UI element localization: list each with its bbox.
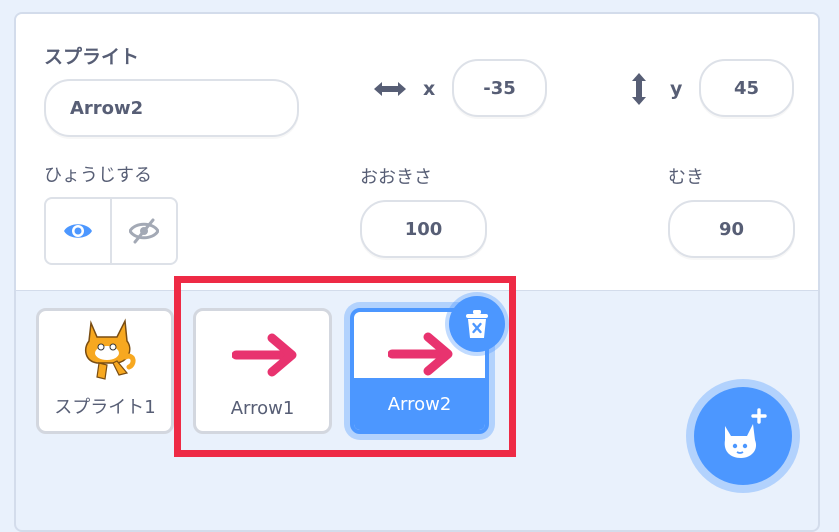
eye-slash-icon — [129, 218, 159, 244]
sprite-label: スプライト — [44, 46, 140, 68]
horizontal-arrows-icon — [372, 78, 408, 100]
x-label: x — [423, 78, 436, 100]
sprite-name-input[interactable]: Arrow2 — [44, 79, 299, 137]
direction-label: むき — [668, 167, 704, 188]
cat-sprite-icon — [84, 318, 136, 380]
trash-icon — [466, 310, 488, 338]
delete-sprite-button[interactable] — [449, 296, 505, 352]
sprite-tile-sprite1[interactable]: スプライト1 — [36, 308, 174, 434]
size-label: おおきさ — [360, 167, 432, 188]
x-input[interactable]: -35 — [452, 59, 547, 117]
hide-button[interactable] — [110, 199, 176, 263]
y-label: y — [670, 78, 683, 100]
cat-plus-icon — [724, 408, 767, 458]
direction-input[interactable]: 90 — [668, 200, 795, 258]
sprite-name: スプライト1 — [54, 397, 156, 418]
size-input[interactable]: 100 — [360, 200, 487, 258]
vertical-arrows-icon — [628, 71, 650, 107]
show-label: ひょうじする — [44, 165, 152, 186]
visibility-toggle — [44, 197, 178, 265]
eye-icon — [64, 224, 92, 238]
show-button[interactable] — [46, 199, 110, 263]
y-input[interactable]: 45 — [699, 59, 794, 117]
add-sprite-button[interactable] — [694, 387, 792, 485]
